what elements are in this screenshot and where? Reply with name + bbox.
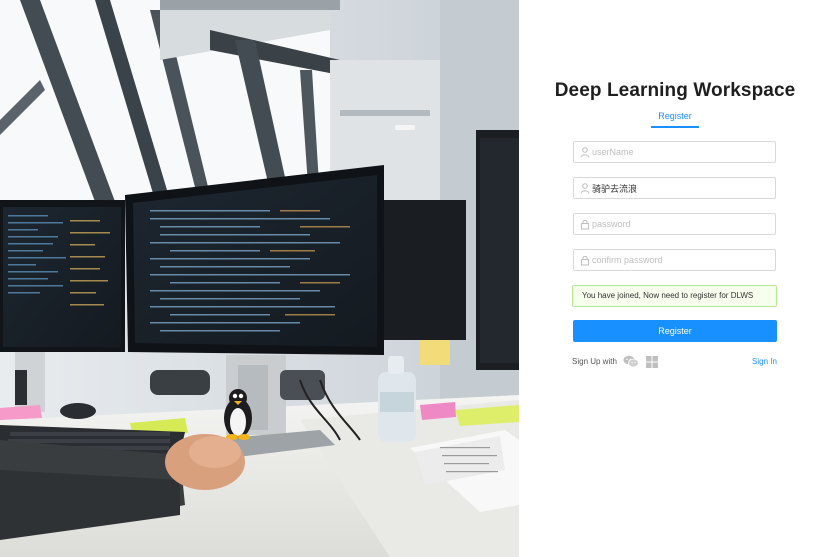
- lock-icon: [581, 255, 589, 266]
- user-icon: [580, 147, 590, 158]
- tab-active-indicator: [651, 126, 699, 128]
- password-field-wrapper: [573, 213, 776, 235]
- page-title: Deep Learning Workspace: [554, 80, 796, 101]
- nickname-field-wrapper: [573, 177, 776, 199]
- username-field-wrapper: [573, 141, 776, 163]
- confirm-password-input[interactable]: [592, 250, 772, 270]
- password-input[interactable]: [592, 214, 772, 234]
- nickname-input[interactable]: [592, 178, 772, 198]
- register-panel: Deep Learning Workspace Register Yo: [519, 0, 831, 557]
- signin-link[interactable]: Sign In: [752, 357, 777, 366]
- confirm-password-field-wrapper: [573, 249, 776, 271]
- success-alert: You have joined, Now need to register fo…: [572, 285, 777, 307]
- register-button[interactable]: Register: [573, 320, 777, 342]
- tab-register[interactable]: Register: [651, 111, 699, 121]
- hero-photo: [0, 0, 519, 557]
- user-icon: [580, 183, 590, 194]
- windows-icon[interactable]: [646, 356, 658, 368]
- office-workspace-photo: [0, 0, 519, 557]
- wechat-icon[interactable]: [623, 355, 639, 368]
- signup-with-label: Sign Up with: [572, 357, 617, 366]
- lock-icon: [581, 219, 589, 230]
- username-input[interactable]: [592, 142, 772, 162]
